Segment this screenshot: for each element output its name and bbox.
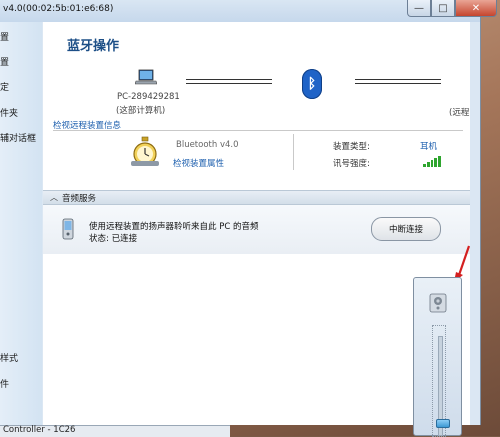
audio-service-header[interactable]: ︿ 音频服务	[43, 190, 470, 205]
maximize-button[interactable]: □	[431, 0, 455, 17]
section-label: 音频服务	[62, 194, 97, 204]
taskbar-item[interactable]: Controller - 1C26	[3, 425, 75, 435]
connection-line-left	[186, 79, 272, 84]
bluetooth-icon: ᛒ	[302, 69, 322, 99]
signal-strength-icon	[423, 156, 441, 167]
local-pc-name: PC-289429281	[117, 92, 180, 102]
connection-line-right	[355, 79, 441, 84]
speaker-icon[interactable]	[429, 293, 447, 313]
device-type-label: 装置类型:	[333, 142, 370, 152]
window-title: v4.0(00:02:5b:01:e6:68)	[3, 4, 114, 14]
sidebar-item[interactable]: 件	[0, 377, 9, 390]
signal-strength-label: 讯号强度:	[333, 159, 370, 169]
minimize-button[interactable]: —	[407, 0, 431, 17]
vertical-divider	[293, 134, 294, 170]
sidebar-item[interactable]: 置	[0, 30, 9, 43]
content-pane-empty	[43, 254, 470, 425]
service-description: 使用远程装置的扬声器聆听来自此 PC 的音频	[89, 222, 259, 232]
title-bar: v4.0(00:02:5b:01:e6:68) — □ ✕	[0, 0, 497, 22]
phone-icon	[62, 218, 74, 240]
local-pc-subtitle: (这部计算机)	[116, 106, 166, 116]
window-controls: — □ ✕	[407, 0, 497, 18]
sidebar-item[interactable]: 件夹	[0, 106, 18, 119]
sidebar-item[interactable]: 样式	[0, 351, 18, 364]
laptop-icon	[135, 69, 157, 85]
device-name: Bluetooth v4.0	[176, 140, 239, 150]
page-title: 蓝牙操作	[67, 39, 120, 54]
volume-thumb[interactable]	[436, 419, 450, 428]
device-properties-link[interactable]: 检视装置属性	[173, 157, 224, 169]
sidebar: 置 置 定 件夹 辅对话框 样式 件	[0, 22, 42, 425]
disconnect-button[interactable]: 中断连接	[371, 217, 441, 241]
sidebar-item[interactable]: 定	[0, 80, 9, 93]
divider	[53, 130, 463, 131]
volume-track	[436, 336, 450, 436]
volume-slider[interactable]	[432, 325, 450, 437]
sidebar-item[interactable]: 辅对话框	[0, 131, 36, 144]
taskbar: Controller - 1C26	[0, 425, 230, 437]
device-type-value: 耳机	[420, 142, 438, 152]
chevron-up-icon[interactable]: ︿	[50, 192, 58, 203]
close-button[interactable]: ✕	[455, 0, 497, 17]
service-status: 状态: 已连接	[89, 234, 138, 244]
sidebar-item[interactable]: 置	[0, 55, 9, 68]
stopwatch-icon	[131, 136, 159, 166]
remote-device-label: (远程	[449, 108, 470, 118]
audio-service-panel: 使用远程装置的扬声器聆听来自此 PC 的音频 状态: 已连接 中断连接	[43, 205, 470, 255]
volume-popup	[413, 277, 462, 437]
